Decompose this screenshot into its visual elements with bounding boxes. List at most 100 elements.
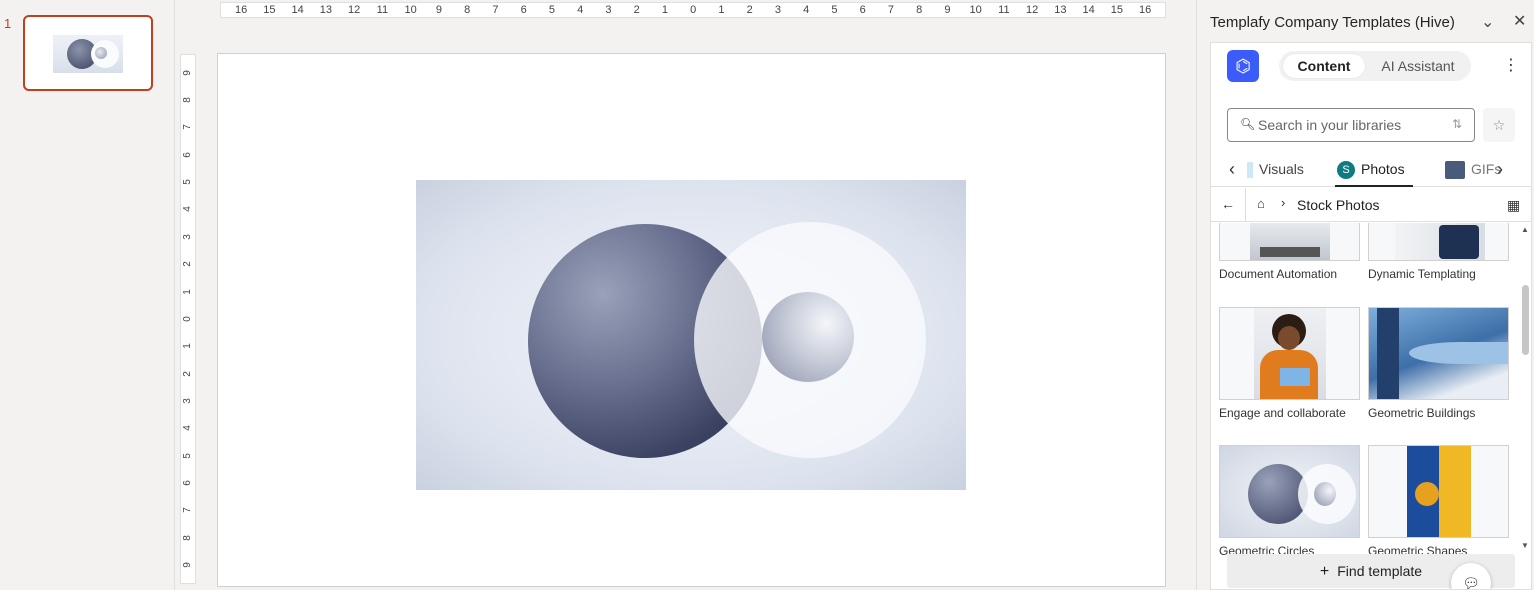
ruler-tick-label: 4 [803, 4, 810, 16]
templafy-pane: ⌬ Content AI Assistant ⋮ 🔍︎ ⇅ ☆ ‹ Visual… [1210, 42, 1532, 590]
ruler-tick-label: 7 [492, 4, 499, 16]
tab-content[interactable]: Content [1283, 54, 1365, 78]
ruler-tick-label: 3 [182, 234, 193, 240]
back-arrow-icon[interactable]: ← [1221, 196, 1235, 212]
ruler-tick-label: 16 [235, 4, 248, 16]
tab-visuals[interactable]: Visuals [1247, 161, 1304, 179]
ruler-tick-label: 6 [182, 151, 193, 158]
ruler-tick-label: 2 [746, 4, 753, 16]
ruler-tick-label: 14 [291, 4, 304, 16]
content-tabs: Content AI Assistant [1279, 51, 1471, 81]
scroll-up-icon[interactable]: ▲ [1521, 225, 1529, 234]
image-icon [1445, 161, 1465, 180]
ruler-tick-label: 9 [182, 562, 193, 568]
tab-photos-label: Photos [1361, 161, 1405, 177]
photo-caption: Dynamic Templating [1368, 267, 1476, 281]
ruler-tick-label: 8 [464, 4, 471, 16]
ruler-tick-label: 3 [605, 4, 612, 16]
templafy-panel: Templafy Company Templates (Hive) ⌄ ✕ ⌬ … [1196, 0, 1534, 590]
photo-card[interactable]: Geometric Circles [1219, 445, 1360, 558]
photo-caption: Geometric Buildings [1368, 406, 1476, 420]
search-input[interactable] [1258, 115, 1438, 135]
slide-editor: 16 15 14 13 12 11 10 9 8 7 6 5 4 3 2 1 0 1 2 3 4 5 6 7 8 9 10 11 12 1… [176, 0, 1195, 590]
scroll-right-icon[interactable]: › [1497, 159, 1503, 180]
tab-gifs[interactable]: GIFs [1445, 161, 1505, 180]
ruler-tick-label: 3 [774, 4, 781, 16]
slide-thumbnail[interactable] [23, 15, 153, 91]
ruler-tick-label: 11 [376, 4, 389, 16]
ruler-tick-label: 1 [661, 4, 668, 16]
tab-visuals-label: Visuals [1259, 161, 1304, 177]
ruler-tick-label: 12 [1026, 4, 1039, 16]
photo-thumbnail [1368, 307, 1509, 400]
ruler-tick-label: 0 [690, 4, 697, 16]
close-icon[interactable]: ✕ [1513, 11, 1526, 31]
grid-view-icon[interactable]: ▦ [1507, 197, 1520, 214]
ruler-tick-label: 11 [998, 4, 1010, 16]
photo-thumbnail [1219, 223, 1360, 261]
photo-card[interactable]: Geometric Buildings [1368, 307, 1509, 420]
ruler-tick-label: 0 [182, 316, 193, 322]
ruler-tick-label: 9 [182, 69, 193, 76]
ruler-tick-label: 8 [916, 4, 923, 16]
ruler-tick-label: 5 [548, 4, 555, 16]
photo-card[interactable]: Geometric Shapes [1368, 445, 1509, 558]
horizontal-ruler: 16 15 14 13 12 11 10 9 8 7 6 5 4 3 2 1 0 1 2 3 4 5 6 7 8 9 10 11 12 1… [220, 2, 1166, 18]
photo-grid: Document Automation Dynamic Templating E… [1211, 223, 1521, 559]
ruler-tick-label: 1 [182, 343, 193, 350]
ruler-tick-label: 8 [182, 535, 193, 541]
tab-photos[interactable]: S Photos [1337, 161, 1405, 180]
home-icon[interactable]: ⌂ [1257, 196, 1265, 211]
ruler-tick-label: 7 [887, 4, 894, 16]
slide-canvas[interactable] [217, 53, 1166, 587]
scrollbar[interactable]: ▲ ▼ [1519, 225, 1531, 555]
ruler-tick-label: 7 [182, 124, 193, 131]
favorites-star-icon[interactable]: ☆ [1483, 108, 1515, 142]
ruler-tick-label: 2 [182, 261, 193, 267]
vertical-ruler: 9 8 7 6 5 4 3 2 1 0 1 2 3 4 5 6 7 8 9 [180, 54, 196, 584]
slide-thumbnail-pane: 1 [0, 0, 175, 590]
chevron-right-icon: › [1281, 195, 1286, 210]
ruler-tick-label: 15 [263, 4, 276, 16]
ruler-tick-label: 9 [435, 4, 442, 16]
scroll-left-icon[interactable]: ‹ [1229, 159, 1235, 180]
ruler-tick-label: 13 [1054, 4, 1067, 16]
ruler-tick-label: 6 [520, 4, 527, 16]
visuals-icon [1247, 162, 1253, 179]
powerpoint-window: 1 16 15 14 13 12 11 10 9 8 7 6 5 4 3 2 1 0 1 2 3 4 5 6 7 8 9 10 11 1… [0, 0, 1534, 590]
photo-thumbnail [1368, 223, 1509, 261]
ruler-tick-label: 14 [1082, 4, 1095, 16]
ruler-tick-label: 10 [969, 4, 982, 16]
photo-caption: Engage and collaborate [1219, 406, 1346, 420]
photo-card[interactable]: Dynamic Templating [1368, 223, 1509, 281]
photo-card[interactable]: Document Automation [1219, 223, 1360, 281]
ruler-tick-label: 15 [1110, 4, 1123, 16]
panel-title: Templafy Company Templates (Hive) [1210, 14, 1455, 31]
ruler-tick-label: 6 [859, 4, 866, 16]
sort-icon[interactable]: ⇅ [1452, 117, 1462, 131]
photo-thumbnail [1219, 307, 1360, 400]
ruler-tick-label: 5 [182, 179, 193, 185]
ruler-tick-label: 3 [182, 398, 193, 404]
slide-number: 1 [4, 16, 12, 31]
photo-card[interactable]: Engage and collaborate [1219, 307, 1360, 420]
sharepoint-icon: S [1337, 161, 1355, 180]
ruler-tick-label: 12 [348, 4, 361, 16]
slide-photo[interactable] [416, 180, 966, 490]
find-template-label: Find template [1337, 563, 1423, 579]
chevron-down-icon[interactable]: ⌄ [1481, 12, 1494, 32]
tab-ai-assistant[interactable]: AI Assistant [1371, 54, 1465, 78]
ruler-tick-label: 16 [1139, 4, 1152, 16]
scrollbar-thumb[interactable] [1522, 285, 1529, 355]
photo-thumbnail [1219, 445, 1360, 538]
ruler-tick-label: 1 [182, 288, 193, 295]
ruler-tick-label: 9 [944, 4, 951, 16]
ruler-tick-label: 4 [577, 4, 584, 16]
scroll-down-icon[interactable]: ▼ [1521, 541, 1529, 550]
small-sphere [762, 292, 854, 382]
search-icon: 🔍︎ [1240, 117, 1256, 131]
ruler-tick-label: 13 [319, 4, 332, 16]
category-tabs: ‹ Visuals S Photos GIFs › [1211, 155, 1531, 187]
more-options-icon[interactable]: ⋮ [1503, 55, 1519, 75]
ruler-tick-label: 2 [182, 370, 193, 377]
